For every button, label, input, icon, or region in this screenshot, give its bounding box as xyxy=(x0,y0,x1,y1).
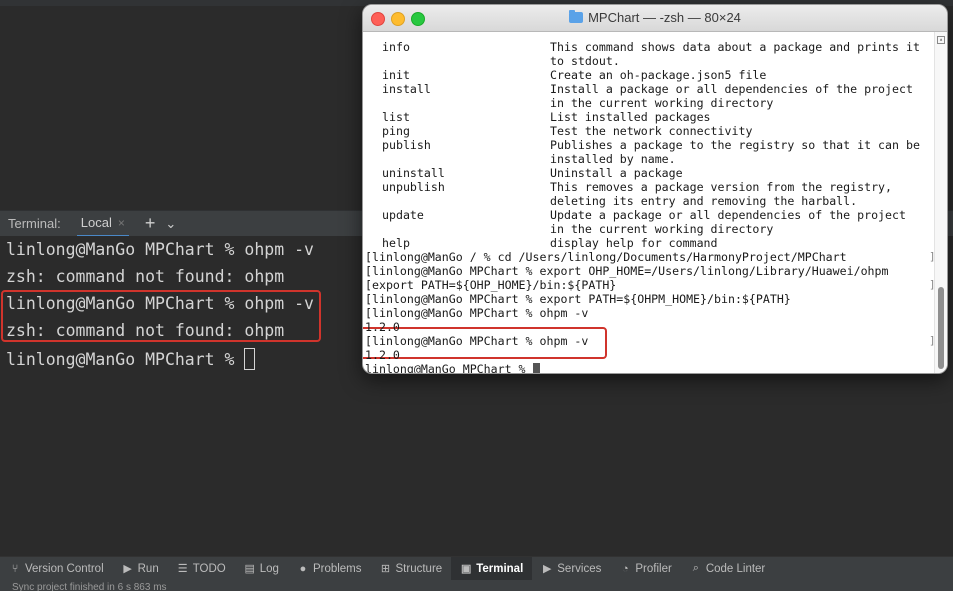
toolbar-profiler[interactable]: ◔ Profiler xyxy=(610,557,680,581)
tool-window-bar: ⑂ Version Control ▶ Run ☰ TODO ▤ Log ● Problems ⊞ S… xyxy=(0,556,953,581)
toolbar-version-control[interactable]: ⑂ Version Control xyxy=(0,557,113,581)
help-description: in the current working directory xyxy=(550,96,774,110)
todo-icon: ☰ xyxy=(177,563,188,575)
toolbar-code-linter[interactable]: ⌕ Code Linter xyxy=(681,557,774,581)
minimize-window-icon[interactable] xyxy=(391,12,405,26)
toolbar-label: Code Linter xyxy=(705,562,766,575)
profiler-icon: ◔ xyxy=(622,562,629,575)
toolbar-terminal[interactable]: ▣ Terminal xyxy=(451,556,533,581)
shell-line: 1.2.0 xyxy=(365,320,400,334)
status-bar: Sync project finished in 6 s 863 ms xyxy=(0,580,953,591)
shell-prompt: linlong@ManGo MPChart % xyxy=(365,362,533,374)
scroll-up-icon[interactable]: ▴ xyxy=(937,36,945,44)
toolbar-label: Problems xyxy=(312,562,362,575)
log-icon: ▤ xyxy=(244,563,255,575)
shell-line: [linlong@ManGo MPChart % ohpm -v xyxy=(365,306,589,320)
terminal-line: linlong@ManGo MPChart % ohpm -v xyxy=(6,240,314,259)
tab-local[interactable]: Local × xyxy=(76,211,129,237)
help-description: to stdout. xyxy=(550,54,620,68)
shell-line: [export PATH=${OHP_HOME}/bin:${PATH} xyxy=(365,278,617,292)
add-terminal-icon[interactable]: + xyxy=(145,213,156,234)
scrollbar[interactable]: ▴ xyxy=(934,32,947,373)
problems-icon: ● xyxy=(299,562,307,575)
scroll-thumb[interactable] xyxy=(938,287,944,369)
help-command: unpublish xyxy=(382,180,445,194)
shell-cursor xyxy=(532,363,540,373)
toolbar-label: Log xyxy=(259,562,279,575)
help-description: This removes a package version from the … xyxy=(550,180,893,194)
tab-local-label: Local xyxy=(80,215,112,230)
toolbar-label: Profiler xyxy=(635,562,672,575)
help-description: Test the network connectivity xyxy=(550,124,753,138)
close-icon[interactable]: × xyxy=(118,216,125,230)
shell-line: 1.2.0 xyxy=(365,348,400,362)
toolbar-structure[interactable]: ⊞ Structure xyxy=(371,557,452,581)
terminal-line: zsh: command not found: ohpm xyxy=(6,267,285,286)
toolbar-label: Services xyxy=(557,562,602,575)
toolbar-problems[interactable]: ● Problems xyxy=(288,557,371,581)
version-control-icon: ⑂ xyxy=(11,562,19,575)
help-command: help xyxy=(382,236,410,250)
terminal-cursor xyxy=(244,348,256,370)
toolbar-label: Run xyxy=(137,562,159,575)
mac-terminal-window[interactable]: MPChart — -zsh — 80×24 ▴ info This comman… xyxy=(362,4,948,374)
close-window-icon[interactable] xyxy=(371,12,385,26)
toolbar-todo[interactable]: ☰ TODO xyxy=(168,557,235,581)
help-description: display help for command xyxy=(550,236,718,250)
shell-line: linlong@ManGo MPChart % xyxy=(365,362,540,374)
toolbar-label: Terminal xyxy=(476,562,524,575)
help-command: publish xyxy=(382,138,431,152)
line-bracket: ] xyxy=(929,278,936,291)
help-description: Create an oh-package.json5 file xyxy=(550,68,767,82)
toolbar-services[interactable]: ▶ Services xyxy=(532,557,610,581)
help-description: Publishes a package to the registry so t… xyxy=(550,138,920,152)
help-description: installed by name. xyxy=(550,152,676,166)
zoom-window-icon[interactable] xyxy=(411,12,425,26)
shell-line: [linlong@ManGo MPChart % export PATH=${O… xyxy=(365,292,791,306)
help-description: deleting its entry and removing the harb… xyxy=(550,194,858,208)
shell-line: [linlong@ManGo MPChart % export OHP_HOME… xyxy=(365,264,889,278)
folder-icon xyxy=(569,10,584,23)
help-description: Uninstall a package xyxy=(550,166,683,180)
toolbar-label: Structure xyxy=(395,562,443,575)
help-command: uninstall xyxy=(382,166,445,180)
line-bracket: ] xyxy=(929,250,936,263)
toolbar-run[interactable]: ▶ Run xyxy=(113,557,168,581)
line-bracket: ] xyxy=(929,334,936,347)
mac-terminal-output[interactable]: ▴ info This command shows data about a pa… xyxy=(363,32,947,374)
help-command: list xyxy=(382,110,410,124)
toolbar-label: Version Control xyxy=(25,562,104,575)
terminal-prompt-line: linlong@ManGo MPChart % xyxy=(6,348,256,370)
help-command: info xyxy=(382,40,410,54)
help-description: This command shows data about a package … xyxy=(550,40,920,54)
status-text: Sync project finished in 6 s 863 ms xyxy=(12,582,167,591)
highlight-box-ide xyxy=(1,290,321,342)
help-command: install xyxy=(382,82,431,96)
help-command: update xyxy=(382,208,424,222)
help-description: Update a package or all dependencies of … xyxy=(550,208,906,222)
terminal-icon: ▣ xyxy=(460,563,472,575)
chevron-down-icon[interactable]: ⌄ xyxy=(165,216,176,232)
terminal-prompt: linlong@ManGo MPChart % xyxy=(6,350,245,369)
help-description: in the current working directory xyxy=(550,222,774,236)
services-icon: ▶ xyxy=(543,563,552,575)
help-command: init xyxy=(382,68,410,82)
structure-icon: ⊞ xyxy=(380,563,391,575)
shell-line: [linlong@ManGo / % cd /Users/linlong/Doc… xyxy=(365,250,847,264)
toolbar-log[interactable]: ▤ Log xyxy=(235,557,288,581)
terminal-label: Terminal: xyxy=(8,216,61,231)
toolbar-label: TODO xyxy=(192,562,226,575)
code-linter-icon: ⌕ xyxy=(692,562,699,574)
shell-line: [linlong@ManGo MPChart % ohpm -v xyxy=(365,334,589,348)
run-icon: ▶ xyxy=(123,563,132,575)
help-command: ping xyxy=(382,124,410,138)
help-description: List installed packages xyxy=(550,110,711,124)
window-title: MPChart — -zsh — 80×24 xyxy=(588,10,741,25)
help-description: Install a package or all dependencies of… xyxy=(550,82,913,96)
mac-title-bar[interactable]: MPChart — -zsh — 80×24 xyxy=(363,5,947,32)
